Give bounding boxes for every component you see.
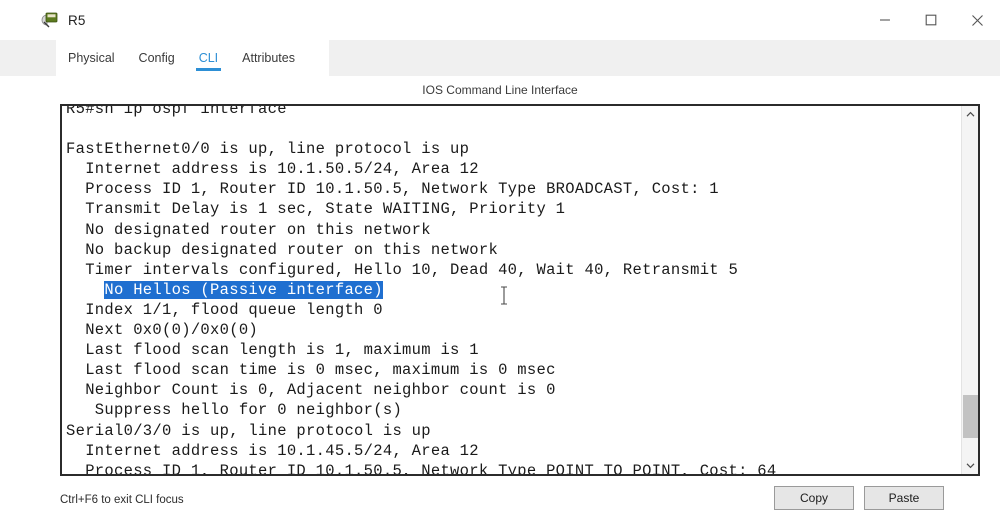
- terminal-line: Process ID 1, Router ID 10.1.50.5, Netwo…: [66, 461, 777, 474]
- copy-button[interactable]: Copy: [774, 486, 854, 510]
- terminal-line: No backup designated router on this netw…: [66, 240, 499, 259]
- terminal-line: FastEthernet0/0 is up, line protocol is …: [66, 140, 470, 159]
- tab-strip: Physical Config CLI Attributes: [56, 40, 329, 76]
- terminal-line: Transmit Delay is 1 sec, State WAITING, …: [66, 200, 566, 219]
- title-bar-left: R5: [0, 11, 85, 29]
- tab-config[interactable]: Config: [127, 40, 187, 76]
- terminal-scrollbar[interactable]: [961, 106, 978, 474]
- window-controls: [862, 0, 1000, 40]
- terminal-line: No Hellos (Passive interface): [66, 280, 777, 300]
- terminal-line: Index 1/1, flood queue length 0: [66, 300, 383, 319]
- terminal-line: No designated router on this network: [66, 220, 431, 239]
- panel-heading: IOS Command Line Interface: [422, 83, 578, 97]
- terminal-line: Suppress hello for 0 neighbor(s): [66, 401, 403, 420]
- terminal-line: Serial0/3/0 is up, line protocol is up: [66, 421, 431, 440]
- terminal-line: Internet address is 10.1.50.5/24, Area 1…: [66, 160, 479, 179]
- close-button[interactable]: [954, 0, 1000, 40]
- terminal-line: R5#sh ip ospf interface: [66, 106, 287, 118]
- chevron-up-icon[interactable]: [962, 106, 978, 123]
- tab-physical[interactable]: Physical: [56, 40, 127, 76]
- window-title: R5: [68, 12, 86, 28]
- terminal-text: R5#sh ip ospf interface FastEthernet0/0 i…: [66, 106, 777, 474]
- terminal-line: Last flood scan time is 0 msec, maximum …: [66, 361, 556, 380]
- terminal-line: Internet address is 10.1.45.5/24, Area 1…: [66, 441, 479, 460]
- footer-buttons: Copy Paste: [774, 486, 944, 510]
- footer-bar: Ctrl+F6 to exit CLI focus Copy Paste: [56, 481, 944, 519]
- tab-attributes[interactable]: Attributes: [230, 40, 307, 76]
- minimize-button[interactable]: [862, 0, 908, 40]
- terminal-line: Timer intervals configured, Hello 10, De…: [66, 260, 739, 279]
- device-window: R5 Physical Config CLI Attributes IOS Co…: [0, 0, 1000, 519]
- scrollbar-track[interactable]: [962, 123, 978, 457]
- packet-tracer-router-icon: [40, 11, 60, 29]
- title-bar: R5: [0, 0, 1000, 40]
- tab-active-indicator: [195, 68, 222, 71]
- scrollbar-thumb[interactable]: [963, 395, 978, 438]
- chevron-down-icon[interactable]: [962, 457, 978, 474]
- text-ibeam-cursor: [499, 286, 509, 305]
- cli-focus-hint: Ctrl+F6 to exit CLI focus: [60, 494, 184, 506]
- maximize-button[interactable]: [908, 0, 954, 40]
- tab-cli-label: CLI: [198, 51, 219, 65]
- terminal-output[interactable]: R5#sh ip ospf interface FastEthernet0/0 i…: [62, 106, 961, 474]
- paste-button[interactable]: Paste: [864, 486, 944, 510]
- tab-physical-label: Physical: [68, 51, 115, 65]
- tab-cli[interactable]: CLI: [187, 40, 230, 76]
- tab-config-label: Config: [138, 51, 175, 65]
- window-left-margin: [0, 40, 56, 519]
- tab-attributes-label: Attributes: [242, 51, 295, 65]
- terminal-line: Last flood scan length is 1, maximum is …: [66, 341, 479, 360]
- selected-text: No Hellos (Passive interface): [104, 280, 383, 299]
- terminal-line: Neighbor Count is 0, Adjacent neighbor c…: [66, 381, 556, 400]
- terminal-line: Process ID 1, Router ID 10.1.50.5, Netwo…: [66, 180, 719, 199]
- terminal-line: Next 0x0(0)/0x0(0): [66, 321, 259, 340]
- terminal-frame: R5#sh ip ospf interface FastEthernet0/0 i…: [60, 104, 980, 476]
